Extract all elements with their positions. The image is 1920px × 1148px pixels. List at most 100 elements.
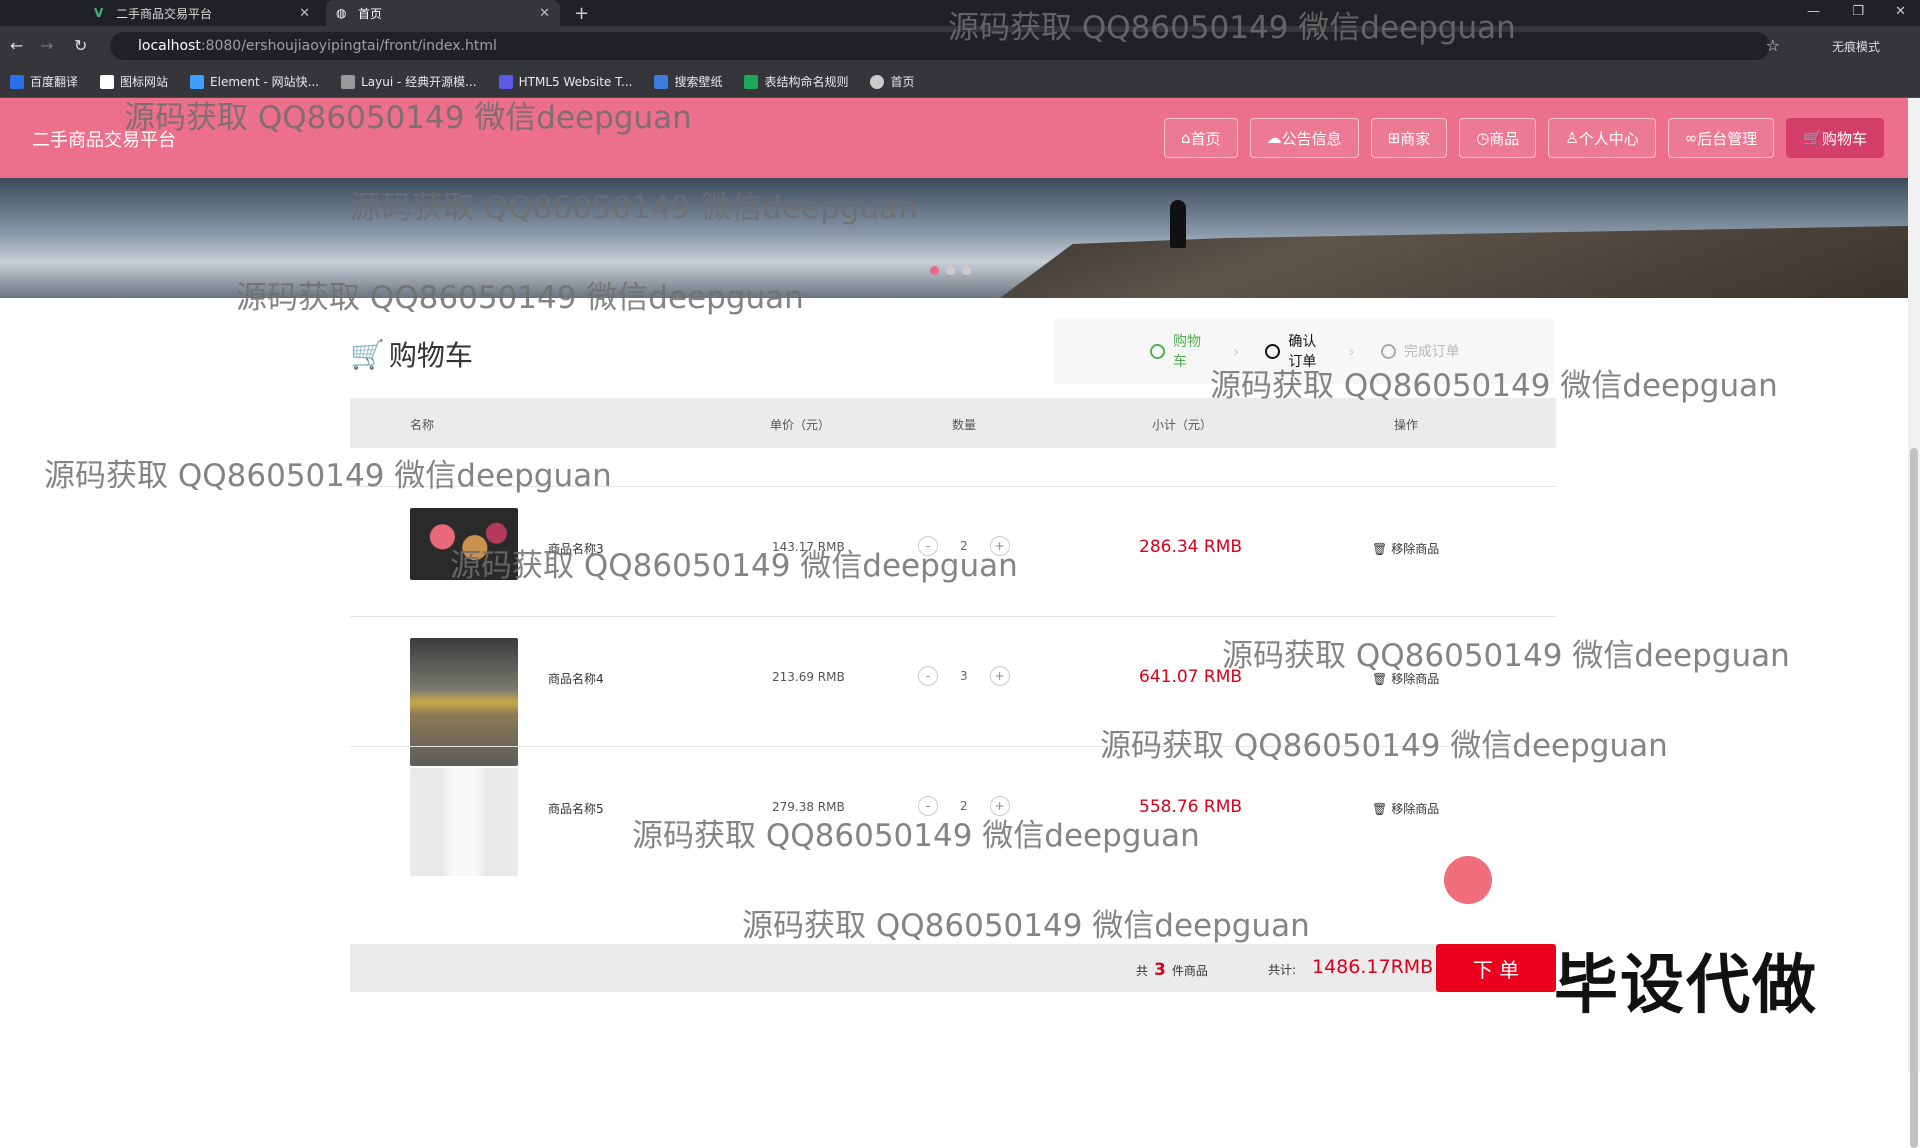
new-tab-icon[interactable]: +	[574, 3, 589, 24]
product-thumbnail[interactable]	[410, 768, 518, 876]
bookmark-item[interactable]: 首页	[870, 73, 915, 90]
main-nav: ⌂ 首页 ☁ 公告信息 ⊞ 商家 ◷ 商品 ♙ 个人中心 ∞ 后台管理 🛒 购物车	[1164, 118, 1884, 158]
quantity-stepper: - 3 +	[918, 666, 1010, 686]
bookmark-item[interactable]: 搜索壁纸	[654, 73, 722, 90]
scrollbar[interactable]	[1908, 98, 1920, 1148]
minus-button[interactable]: -	[918, 666, 938, 686]
link-icon: ∞	[1684, 129, 1698, 147]
step-confirm: 确认订单	[1265, 331, 1322, 371]
nav-merchant-button[interactable]: ⊞ 商家	[1370, 118, 1448, 158]
reload-icon[interactable]: ↻	[74, 36, 87, 55]
bookmark-item[interactable]: 表结构命名规则	[744, 73, 848, 90]
product-name[interactable]: 商品名称4	[548, 670, 604, 687]
user-icon: ♙	[1565, 129, 1579, 147]
cart-footer: 共 3 件商品 共计: 1486.17RMB 下 单	[350, 944, 1556, 992]
plus-button[interactable]: +	[989, 796, 1010, 816]
bookmarks-bar: 百度翻译 图标网站 Element - 网站快... Layui - 经典开源模…	[0, 66, 1920, 98]
bookmark-item[interactable]: 百度翻译	[10, 73, 78, 90]
product-subtotal: 641.07 RMB	[1139, 667, 1243, 687]
tab-title: 首页	[358, 6, 383, 21]
nav-home-button[interactable]: ⌂ 首页	[1164, 118, 1238, 158]
trash-icon: 🗑	[1372, 801, 1388, 816]
back-icon[interactable]: ←	[10, 36, 23, 55]
carousel-dot[interactable]	[946, 266, 955, 275]
item-count: 共 3 件商品	[1136, 960, 1208, 980]
minus-button[interactable]: -	[918, 796, 938, 816]
browser-tab-strip: V 二手商品交易平台 ✕ ◍ 首页 ✕ + — ❐ ✕	[0, 0, 1920, 26]
incognito-label[interactable]: 无痕模式	[1832, 38, 1880, 55]
cart-icon: 🛒	[350, 337, 385, 371]
circle-icon	[1380, 343, 1396, 359]
nav-goods-button[interactable]: ◷ 商品	[1459, 118, 1537, 158]
layui-icon	[341, 74, 356, 89]
quantity-value: 2	[960, 799, 968, 813]
remove-item-button[interactable]: 🗑 移除商品	[1372, 540, 1439, 557]
element-icon	[190, 74, 205, 89]
product-thumbnail[interactable]	[410, 508, 518, 580]
col-action: 操作	[1394, 418, 1419, 432]
url-field[interactable]: localhost:8080/ershoujiaoyipingtai/front…	[110, 32, 1770, 60]
forward-icon[interactable]: →	[40, 36, 53, 55]
minus-button[interactable]: -	[918, 536, 938, 556]
url-path: :8080/ershoujiaoyipingtai/front/index.ht…	[200, 38, 497, 54]
checkout-steps: 购物车 › 确认订单 › 完成订单	[1054, 318, 1554, 384]
restore-icon[interactable]: ❐	[1852, 4, 1864, 19]
address-bar: ← → ↻ localhost:8080/ershoujiaoyipingtai…	[0, 26, 1920, 66]
total-label: 共计:	[1268, 963, 1297, 977]
bookmark-item[interactable]: 图标网站	[100, 73, 168, 90]
nav-cart-button[interactable]: 🛒 购物车	[1786, 118, 1884, 158]
place-order-button[interactable]: 下 单	[1436, 944, 1556, 992]
tab-title: 二手商品交易平台	[116, 6, 213, 21]
close-icon[interactable]: ✕	[539, 6, 550, 21]
url-host: localhost	[138, 38, 201, 54]
col-name: 名称	[410, 418, 435, 432]
tab-platform[interactable]: V 二手商品交易平台 ✕	[84, 0, 320, 26]
trash-icon: 🗑	[1372, 671, 1388, 686]
tab-home[interactable]: ◍ 首页 ✕	[326, 0, 560, 26]
product-name[interactable]: 商品名称3	[548, 540, 604, 557]
scrollbar-thumb[interactable]	[1910, 448, 1918, 1148]
bookmark-star-icon[interactable]: ☆	[1766, 36, 1780, 55]
plus-button[interactable]: +	[989, 536, 1010, 556]
product-subtotal: 558.76 RMB	[1139, 797, 1243, 817]
cart-icon: 🛒	[1803, 129, 1822, 147]
remove-item-button[interactable]: 🗑 移除商品	[1372, 800, 1439, 817]
watermark: 源码获取 QQ86050149 微信deepguan	[44, 458, 612, 494]
clock-icon: ◷	[1476, 129, 1490, 147]
col-qty: 数量	[952, 418, 977, 432]
divider	[350, 616, 1556, 617]
click-indicator	[1444, 856, 1492, 904]
minimize-icon[interactable]: —	[1807, 4, 1820, 19]
translate-icon	[10, 74, 24, 89]
col-price: 单价（元）	[770, 418, 831, 432]
shop-icon: ⊞	[1387, 129, 1401, 147]
cart-row: 商品名称4 213.69 RMB - 3 + 641.07 RMB 🗑 移除商品	[350, 628, 1556, 766]
product-price: 143.17 RMB	[772, 540, 845, 554]
product-price: 279.38 RMB	[772, 800, 845, 814]
bookmark-item[interactable]: Element - 网站快...	[190, 73, 319, 90]
carousel-dot[interactable]	[962, 266, 971, 275]
step-complete: 完成订单	[1380, 341, 1460, 361]
plus-button[interactable]: +	[989, 666, 1010, 686]
window-close-icon[interactable]: ✕	[1895, 4, 1906, 19]
product-name[interactable]: 商品名称5	[548, 800, 604, 817]
bookmark-item[interactable]: HTML5 Website T...	[498, 74, 632, 89]
trash-icon: 🗑	[1372, 541, 1388, 556]
site-title: 二手商品交易平台	[32, 130, 176, 151]
bookmark-item[interactable]: Layui - 经典开源模...	[341, 73, 477, 90]
product-subtotal: 286.34 RMB	[1139, 537, 1243, 557]
total-amount: 1486.17RMB	[1312, 956, 1434, 978]
nav-admin-button[interactable]: ∞ 后台管理	[1667, 118, 1775, 158]
carousel-dot[interactable]	[930, 266, 939, 275]
cart-row: 商品名称5 279.38 RMB - 2 + 558.76 RMB 🗑 移除商品	[350, 758, 1556, 878]
globe-icon: ◍	[336, 6, 347, 20]
vue-favicon-icon: V	[94, 6, 104, 20]
close-icon[interactable]: ✕	[299, 6, 310, 21]
quantity-value: 3	[960, 669, 968, 683]
nav-profile-button[interactable]: ♙ 个人中心	[1548, 118, 1656, 158]
notice-icon: ☁	[1266, 129, 1282, 147]
remove-item-button[interactable]: 🗑 移除商品	[1372, 670, 1439, 687]
quantity-value: 2	[960, 539, 968, 553]
nav-notice-button[interactable]: ☁ 公告信息	[1249, 118, 1359, 158]
check-circle-icon	[1150, 343, 1165, 359]
